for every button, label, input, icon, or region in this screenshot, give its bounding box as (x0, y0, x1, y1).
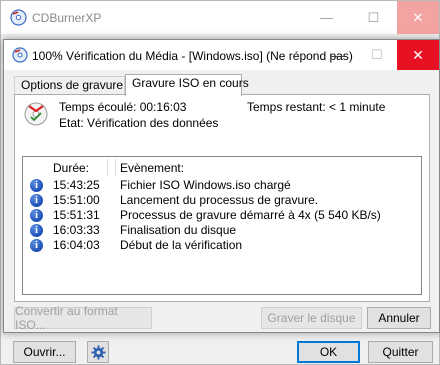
log-time: 16:03:33 (53, 223, 100, 237)
log-header: Durée: Evènement: (23, 157, 421, 178)
burn-progress-dialog: 100% Vérification du Média - [Windows.is… (3, 39, 440, 333)
column-header-duration[interactable]: Durée: (53, 161, 89, 175)
progress-panel: Temps écoulé: 00:16:03 Temps restant: < … (14, 94, 430, 302)
info-icon: i (30, 224, 43, 237)
log-event: Finalisation du disque (120, 223, 237, 237)
cdburnerxp-icon (12, 47, 28, 63)
ok-button[interactable]: OK (297, 341, 360, 363)
gear-icon (90, 344, 106, 360)
log-row[interactable]: i 15:51:00 Lancement du processus de gra… (23, 193, 421, 208)
dialog-title: 100% Vérification du Média - [Windows.is… (32, 49, 353, 63)
settings-button[interactable] (87, 341, 109, 363)
column-divider[interactable] (107, 159, 108, 176)
cancel-button[interactable]: Annuler (367, 307, 431, 329)
cdburnerxp-icon (10, 9, 27, 26)
main-button-bar: Ouvrir... OK Quitter (1, 334, 439, 364)
info-icon: i (30, 239, 43, 252)
main-minimize-button[interactable]: — (304, 1, 349, 34)
log-time: 15:43:25 (53, 178, 100, 192)
main-maximize-button[interactable]: ☐ (351, 1, 396, 34)
log-event: Lancement du processus de gravure. (120, 193, 319, 207)
remaining-time: Temps restant: < 1 minute (247, 100, 386, 114)
elapsed-time: Temps écoulé: 00:16:03 (59, 100, 187, 114)
log-time: 15:51:31 (53, 208, 100, 222)
log-event: Fichier ISO Windows.iso chargé (120, 178, 291, 192)
dialog-maximize-button[interactable]: ☐ (357, 40, 397, 70)
info-icon: i (30, 209, 43, 222)
log-time: 16:04:03 (53, 238, 100, 252)
log-row[interactable]: i 15:43:25 Fichier ISO Windows.iso charg… (23, 178, 421, 193)
column-header-event[interactable]: Evènement: (120, 161, 184, 175)
column-divider[interactable] (115, 159, 116, 176)
tab-burn-options[interactable]: Options de gravure ISO (14, 76, 147, 95)
main-window-title: CDBurnerXP (32, 11, 102, 25)
log-row[interactable]: i 15:51:31 Processus de gravure démarré … (23, 208, 421, 223)
log-event: Début de la vérification (120, 238, 243, 252)
main-close-button[interactable]: ✕ (397, 1, 439, 34)
log-event: Processus de gravure démarré à 4x (5 540… (120, 208, 381, 222)
tab-burn-progress[interactable]: Gravure ISO en cours (125, 74, 249, 96)
log-time: 15:51:00 (53, 193, 100, 207)
log-row[interactable]: i 16:03:33 Finalisation du disque (23, 223, 421, 238)
dialog-minimize-button[interactable]: — (319, 40, 357, 70)
burn-disc-button[interactable]: Graver le disque (261, 307, 362, 329)
log-rows: i 15:43:25 Fichier ISO Windows.iso charg… (23, 178, 421, 253)
event-log-list[interactable]: Durée: Evènement: i 15:43:25 Fichier ISO… (22, 156, 422, 295)
dialog-close-button[interactable]: ✕ (397, 40, 439, 70)
log-row[interactable]: i 16:04:03 Début de la vérification (23, 238, 421, 253)
quit-button[interactable]: Quitter (368, 341, 433, 363)
main-titlebar: CDBurnerXP — ☐ ✕ (1, 1, 439, 34)
disc-progress-icon (24, 102, 48, 126)
info-icon: i (30, 179, 43, 192)
open-button[interactable]: Ouvrir... (13, 341, 76, 363)
info-icon: i (30, 194, 43, 207)
burn-state: Etat: Vérification des données (59, 116, 219, 130)
convert-to-iso-button[interactable]: Convertir au format ISO... (14, 304, 152, 332)
dialog-titlebar: 100% Vérification du Média - [Windows.is… (4, 40, 439, 70)
